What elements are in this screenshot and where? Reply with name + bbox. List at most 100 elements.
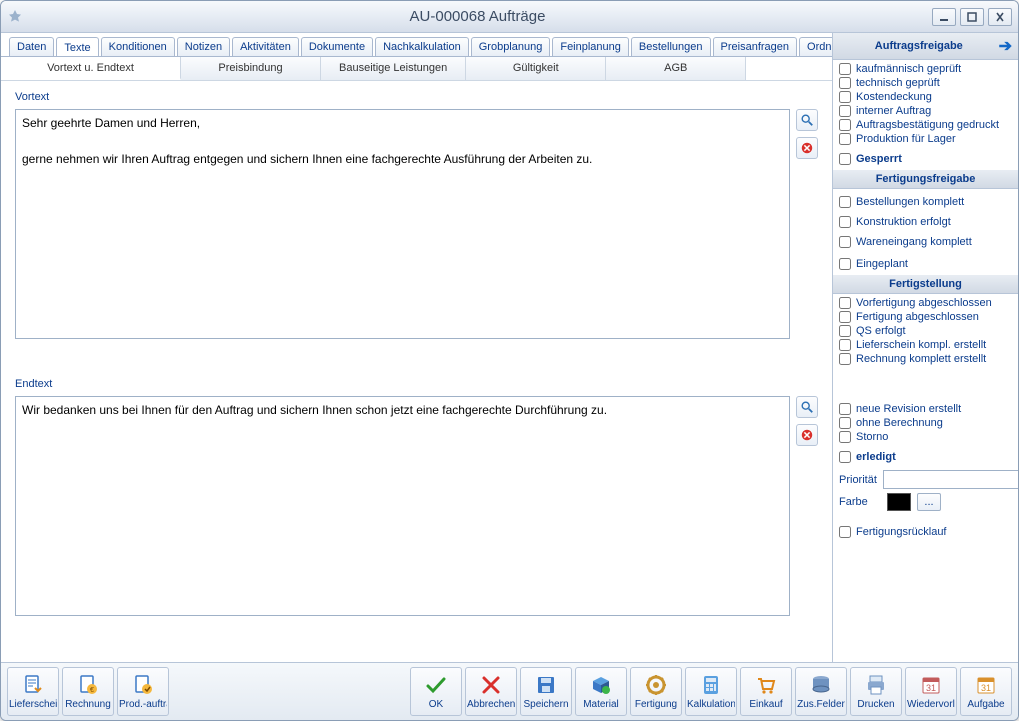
chk-auftragsbest-tigung-gedruckt[interactable]: Auftragsbestätigung gedruckt [839, 118, 1012, 132]
kalkulation-label: Kalkulation [687, 699, 735, 710]
prodauftrag-label: Prod.-auftrag [119, 699, 167, 710]
subtab-g-ltigkeit[interactable]: Gültigkeit [466, 57, 606, 80]
fertigungsfreigabe-header: Fertigungsfreigabe [833, 170, 1018, 189]
order-window: AU-000068 Aufträge DatenTexteKonditionen… [0, 0, 1019, 721]
status-sidebar: Auftragsfreigabe ➔ kaufmännisch geprüftt… [832, 33, 1018, 662]
endtext-clear-button[interactable] [796, 424, 818, 446]
aufgabe-icon: 31 [974, 673, 998, 697]
drucken-button[interactable]: Drucken [850, 667, 902, 716]
tab-bestellungen[interactable]: Bestellungen [631, 37, 711, 56]
tab-aktivitäten[interactable]: Aktivitäten [232, 37, 299, 56]
chk-vorfertigung-abgeschlossen[interactable]: Vorfertigung abgeschlossen [839, 296, 1012, 310]
vortext-clear-button[interactable] [796, 137, 818, 159]
chk-ohne-berechnung[interactable]: ohne Berechnung [839, 416, 1012, 430]
vortext-lookup-button[interactable] [796, 109, 818, 131]
auftragsfreigabe-header: Auftragsfreigabe ➔ [833, 33, 1018, 60]
speichern-button[interactable]: Speichern [520, 667, 572, 716]
tab-texte[interactable]: Texte [56, 37, 98, 57]
drucken-label: Drucken [857, 699, 894, 710]
tab-preisanfragen[interactable]: Preisanfragen [713, 37, 798, 56]
chk-bestellungen-komplett[interactable]: Bestellungen komplett [839, 195, 1012, 209]
speichern-icon [534, 673, 558, 697]
svg-text:€: € [90, 687, 94, 694]
chk-fertigung-abgeschlossen[interactable]: Fertigung abgeschlossen [839, 310, 1012, 324]
chk-lieferschein-kompl-erstellt[interactable]: Lieferschein kompl. erstellt [839, 338, 1012, 352]
endtext-lookup-button[interactable] [796, 396, 818, 418]
chk-interner-auftrag[interactable]: interner Auftrag [839, 104, 1012, 118]
wiedervorlage-button[interactable]: 31 Wiedervorlage [905, 667, 957, 716]
einkauf-button[interactable]: Einkauf [740, 667, 792, 716]
chk-storno[interactable]: Storno [839, 430, 1012, 444]
expand-arrow-icon[interactable]: ➔ [999, 36, 1012, 56]
close-button[interactable] [988, 8, 1012, 26]
aufgabe-label: Aufgabe [967, 699, 1004, 710]
farbe-picker-button[interactable]: ... [917, 493, 941, 511]
tab-dokumente[interactable]: Dokumente [301, 37, 373, 56]
chk-kostendeckung[interactable]: Kostendeckung [839, 90, 1012, 104]
tab-konditionen[interactable]: Konditionen [101, 37, 175, 56]
vortext-label: Vortext [15, 91, 818, 103]
chk-technisch-gepr-ft[interactable]: technisch geprüft [839, 76, 1012, 90]
prodauftrag-icon [131, 673, 155, 697]
tab-feinplanung[interactable]: Feinplanung [552, 37, 629, 56]
wiedervorlage-icon: 31 [919, 673, 943, 697]
rechnung-label: Rechnung [65, 699, 111, 710]
erledigt-checkbox[interactable]: erledigt [839, 450, 1012, 464]
speichern-label: Speichern [523, 699, 568, 710]
chk-konstruktion-erfolgt[interactable]: Konstruktion erfolgt [839, 215, 1012, 229]
zusfelder-icon [809, 673, 833, 697]
drucken-icon [864, 673, 888, 697]
eingeplant-checkbox[interactable]: Eingeplant [839, 257, 1012, 271]
kalkulation-icon [699, 673, 723, 697]
zusfelder-button[interactable]: Zus.Felder [795, 667, 847, 716]
subtab-bauseitige-leistungen[interactable]: Bauseitige Leistungen [321, 57, 466, 80]
rechnung-button[interactable]: € Rechnung [62, 667, 114, 716]
abbrechen-button[interactable]: Abbrechen [465, 667, 517, 716]
aufgabe-button[interactable]: 31 Aufgabe [960, 667, 1012, 716]
lieferschein-button[interactable]: Lieferschei [7, 667, 59, 716]
subtab-agb[interactable]: AGB [606, 57, 746, 80]
prioritaet-row: Priorität [833, 468, 1018, 491]
tab-daten[interactable]: Daten [9, 37, 54, 56]
subtab-vortext-u-endtext[interactable]: Vortext u. Endtext [1, 57, 181, 80]
fertigungsruecklauf-checkbox[interactable]: Fertigungsrücklauf [839, 525, 1012, 539]
chk-wareneingang-komplett[interactable]: Wareneingang komplett [839, 235, 1012, 249]
tab-ordner[interactable]: Ordner [799, 37, 832, 56]
chk-rechnung-komplett-erstellt[interactable]: Rechnung komplett erstellt [839, 352, 1012, 366]
chk-kaufm-nnisch-gepr-ft[interactable]: kaufmännisch geprüft [839, 62, 1012, 76]
wiedervorlage-label: Wiedervorlage [907, 699, 955, 710]
fertigung-icon [644, 673, 668, 697]
fertigstellung-header: Fertigstellung [833, 275, 1018, 294]
einkauf-icon [754, 673, 778, 697]
maximize-button[interactable] [960, 8, 984, 26]
subtab-preisbindung[interactable]: Preisbindung [181, 57, 321, 80]
farbe-swatch[interactable] [887, 493, 911, 511]
prodauftrag-button[interactable]: Prod.-auftrag [117, 667, 169, 716]
ok-icon [424, 673, 448, 697]
svg-text:31: 31 [981, 683, 991, 693]
tab-grobplanung[interactable]: Grobplanung [471, 37, 551, 56]
gesperrt-checkbox[interactable]: Gesperrt [839, 152, 1012, 166]
fertigung-button[interactable]: Fertigung [630, 667, 682, 716]
material-icon [589, 673, 613, 697]
endtext-textarea[interactable] [15, 396, 790, 616]
vortext-textarea[interactable] [15, 109, 790, 339]
material-button[interactable]: Material [575, 667, 627, 716]
einkauf-label: Einkauf [749, 699, 782, 710]
farbe-row: Farbe ... [833, 491, 1018, 513]
prioritaet-input[interactable] [883, 470, 1018, 489]
kalkulation-button[interactable]: Kalkulation [685, 667, 737, 716]
chk-produktion-f-r-lager[interactable]: Produktion für Lager [839, 132, 1012, 146]
prioritaet-label: Priorität [839, 474, 877, 486]
tab-notizen[interactable]: Notizen [177, 37, 230, 56]
abbrechen-icon [479, 673, 503, 697]
minimize-button[interactable] [932, 8, 956, 26]
chk-qs-erfolgt[interactable]: QS erfolgt [839, 324, 1012, 338]
app-icon [7, 9, 23, 25]
ok-button[interactable]: OK [410, 667, 462, 716]
farbe-label: Farbe [839, 496, 881, 508]
lieferschein-label: Lieferschei [9, 699, 57, 710]
texte-panel: Vortext Endtext [1, 81, 832, 662]
chk-neue-revision-erstellt[interactable]: neue Revision erstellt [839, 402, 1012, 416]
tab-nachkalkulation[interactable]: Nachkalkulation [375, 37, 469, 56]
